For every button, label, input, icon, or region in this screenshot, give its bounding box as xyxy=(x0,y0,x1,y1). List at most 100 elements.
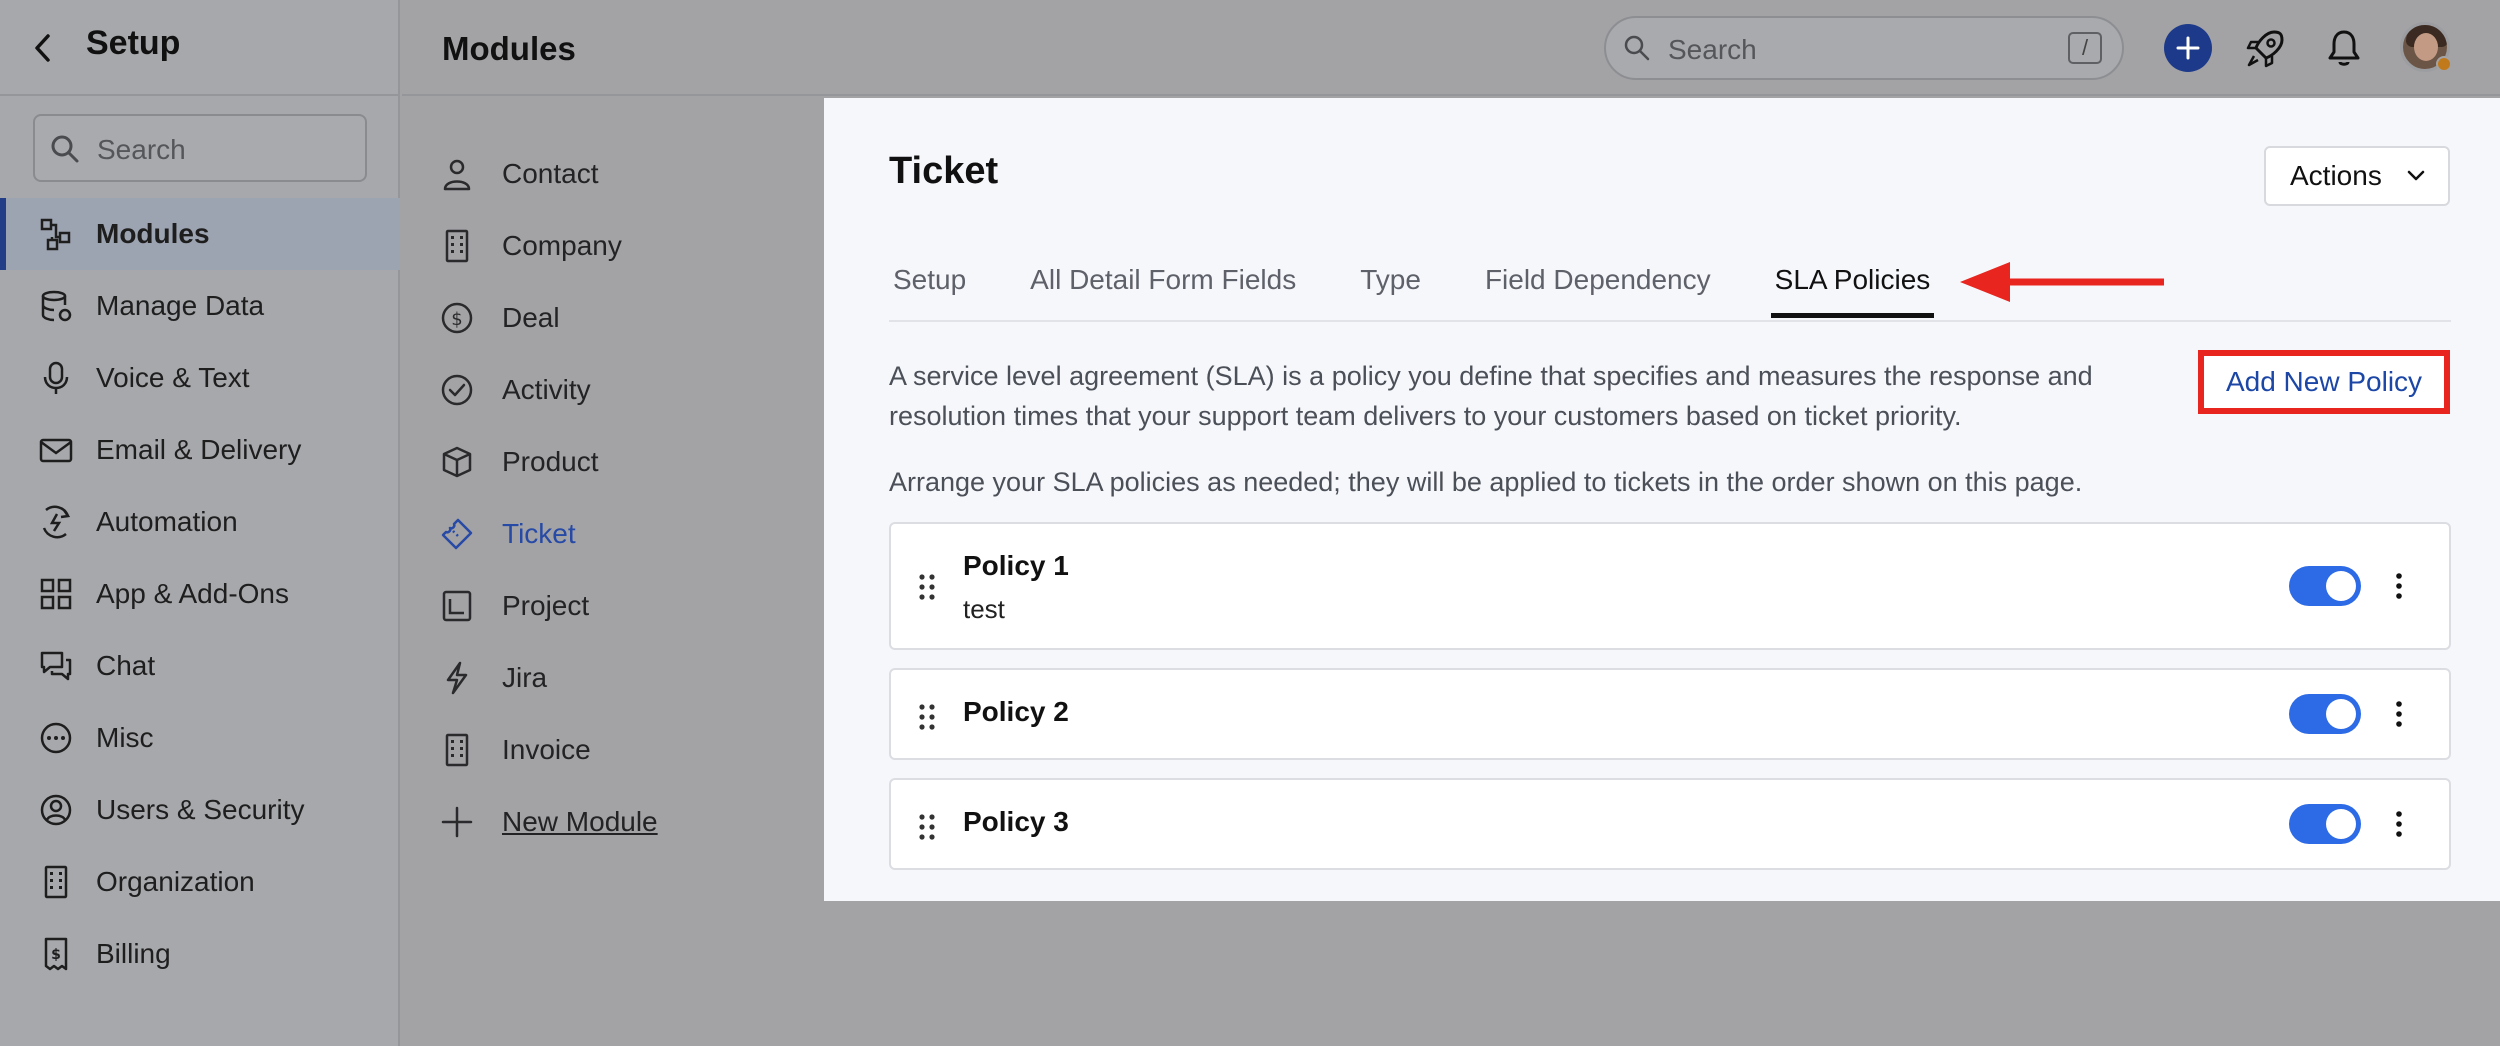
global-search-input[interactable]: Search / xyxy=(1604,16,2124,80)
drag-handle-icon[interactable] xyxy=(917,702,937,732)
sidebar-item-label: Billing xyxy=(96,938,171,969)
search-icon xyxy=(1624,35,1650,61)
sidebar-item-label: Users & Security xyxy=(96,794,305,825)
more-vertical-icon[interactable] xyxy=(2389,570,2409,602)
policy-enabled-toggle[interactable] xyxy=(2289,694,2361,734)
module-item-jira[interactable]: Jira xyxy=(432,642,812,714)
drag-handle-icon[interactable] xyxy=(917,572,937,602)
sidebar-item-billing[interactable]: $ Billing xyxy=(0,918,400,990)
module-item-contact[interactable]: Contact xyxy=(432,138,812,210)
policy-enabled-toggle[interactable] xyxy=(2289,804,2361,844)
actions-label: Actions xyxy=(2290,160,2382,191)
sidebar-title: Setup xyxy=(86,24,181,62)
person-icon xyxy=(443,159,471,191)
search-placeholder: Search xyxy=(97,134,186,165)
tab-sla-policies[interactable]: SLA Policies xyxy=(1770,258,1935,318)
policy-name: Policy 1 xyxy=(963,550,1069,581)
policy-enabled-toggle[interactable] xyxy=(2289,566,2361,606)
policy-row[interactable]: Policy 2 xyxy=(889,668,2451,760)
module-item-ticket[interactable]: Ticket xyxy=(432,498,812,570)
setup-sidebar: Setup Search Modules Manage Data Voice &… xyxy=(0,0,400,1046)
sidebar-item-label: Voice & Text xyxy=(96,362,250,393)
search-placeholder: Search xyxy=(1668,34,1757,65)
module-item-label: Product xyxy=(502,446,599,477)
new-module-link[interactable]: New Module xyxy=(432,786,812,858)
create-button[interactable] xyxy=(2164,24,2212,72)
drag-handle-icon[interactable] xyxy=(917,812,937,842)
sidebar-item-organization[interactable]: Organization xyxy=(0,846,400,918)
policy-name: Policy 3 xyxy=(963,806,1069,837)
policy-row[interactable]: Policy 3 xyxy=(889,778,2451,870)
sidebar-item-label: Modules xyxy=(96,218,210,249)
sidebar-item-misc[interactable]: Misc xyxy=(0,702,400,774)
panel-title: Ticket xyxy=(889,150,999,192)
sidebar-item-users-security[interactable]: Users & Security xyxy=(0,774,400,846)
sidebar-item-label: Email & Delivery xyxy=(96,434,302,465)
sidebar-header: Setup xyxy=(0,0,400,96)
module-item-activity[interactable]: Activity xyxy=(432,354,812,426)
policy-description: test xyxy=(963,594,1005,624)
sidebar-item-voice-text[interactable]: Voice & Text xyxy=(0,342,400,414)
sidebar-item-label: Manage Data xyxy=(96,290,265,321)
back-arrow-icon[interactable] xyxy=(30,30,56,66)
envelope-icon xyxy=(39,438,73,463)
dollar-circle-icon: $ xyxy=(441,302,473,334)
sidebar-item-email-delivery[interactable]: Email & Delivery xyxy=(0,414,400,486)
plus-icon xyxy=(441,806,473,838)
tab-setup[interactable]: Setup xyxy=(889,258,970,318)
add-new-policy-button[interactable]: Add New Policy xyxy=(2198,350,2450,414)
sidebar-item-manage-data[interactable]: Manage Data xyxy=(0,270,400,342)
module-item-deal[interactable]: $ Deal xyxy=(432,282,812,354)
ticket-settings-panel: Ticket Actions Setup All Detail Form Fie… xyxy=(824,98,2500,901)
chat-bubbles-icon xyxy=(40,651,72,681)
module-item-project[interactable]: Project xyxy=(432,570,812,642)
database-icon xyxy=(41,290,72,322)
sidebar-item-label: Misc xyxy=(96,722,154,753)
module-item-invoice[interactable]: Invoice xyxy=(432,714,812,786)
sidebar-item-label: App & Add-Ons xyxy=(96,578,290,609)
sidebar-search-input[interactable]: Search xyxy=(33,114,367,182)
module-item-label: New Module xyxy=(502,806,658,837)
check-circle-icon xyxy=(441,374,473,406)
module-item-label: Ticket xyxy=(502,518,576,549)
tab-type[interactable]: Type xyxy=(1356,258,1425,318)
building-icon xyxy=(445,229,469,263)
actions-dropdown-button[interactable]: Actions xyxy=(2264,146,2450,206)
module-item-label: Contact xyxy=(502,158,599,189)
ticket-icon xyxy=(441,518,473,550)
invoice-icon xyxy=(445,733,469,767)
sidebar-item-modules[interactable]: Modules xyxy=(0,198,400,270)
module-list: Contact Company $ Deal Activity Product xyxy=(432,138,812,858)
more-circle-icon xyxy=(40,722,72,754)
sidebar-item-automation[interactable]: Automation xyxy=(0,486,400,558)
building-icon xyxy=(44,865,68,899)
modules-icon xyxy=(40,218,71,251)
policy-name: Policy 2 xyxy=(963,696,1069,727)
more-vertical-icon[interactable] xyxy=(2389,698,2409,730)
project-icon xyxy=(442,590,472,622)
page-title: Modules xyxy=(442,30,576,67)
bell-icon[interactable] xyxy=(2324,28,2364,68)
tab-all-detail-form-fields[interactable]: All Detail Form Fields xyxy=(1026,258,1300,318)
module-item-company[interactable]: Company xyxy=(432,210,812,282)
annotation-arrow-icon xyxy=(1960,262,2164,302)
automation-icon xyxy=(42,505,71,539)
more-vertical-icon[interactable] xyxy=(2389,808,2409,840)
sidebar-item-app-addons[interactable]: App & Add-Ons xyxy=(0,558,400,630)
tab-field-dependency[interactable]: Field Dependency xyxy=(1481,258,1715,318)
module-item-label: Activity xyxy=(502,374,591,405)
sla-description: A service level agreement (SLA) is a pol… xyxy=(889,361,2093,431)
svg-text:$: $ xyxy=(451,309,462,330)
policy-row[interactable]: Policy 1 test xyxy=(889,522,2451,650)
module-item-label: Invoice xyxy=(502,734,591,765)
tab-divider xyxy=(889,320,2451,322)
search-icon xyxy=(51,135,79,163)
sidebar-item-label: Automation xyxy=(96,506,238,537)
sidebar-item-label: Organization xyxy=(96,866,255,897)
apps-grid-icon xyxy=(40,578,72,610)
rocket-icon[interactable] xyxy=(2244,26,2288,70)
module-item-product[interactable]: Product xyxy=(432,426,812,498)
sidebar-item-chat[interactable]: Chat xyxy=(0,630,400,702)
box-icon xyxy=(442,446,472,478)
module-item-label: Company xyxy=(502,230,622,261)
